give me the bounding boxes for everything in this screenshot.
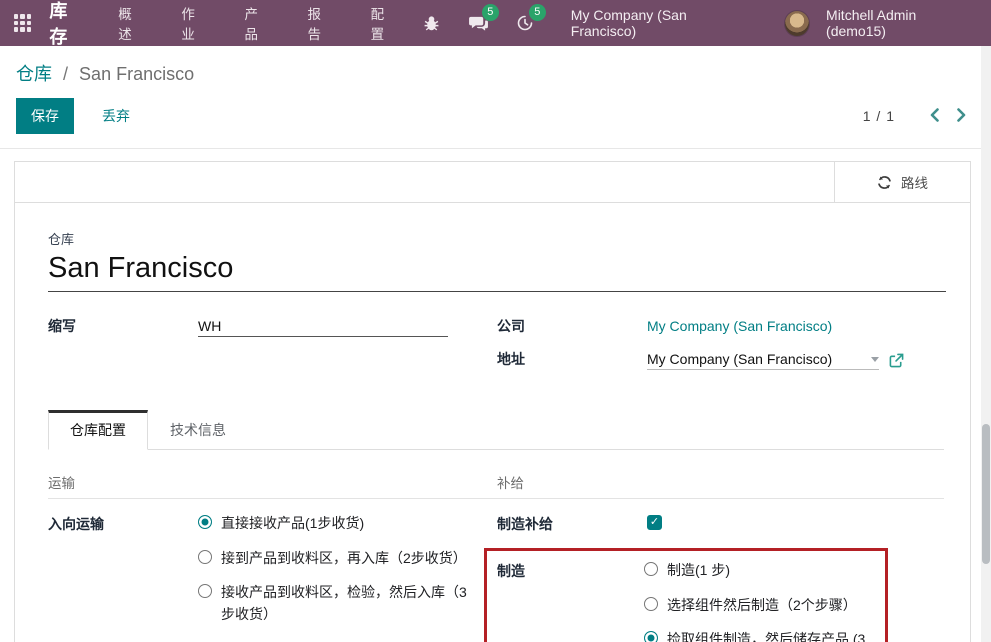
manufacture-options: 制造(1 步) 选择组件然后制造（2个步骤） 捡取组件制造，然后储存产品 (3 … [644, 560, 885, 642]
radio-icon[interactable] [644, 562, 658, 576]
top-navbar: 库存 概述 作业 产品 报告 配置 5 5 My Company (San Fr… [0, 0, 991, 46]
company-label: 公司 [497, 316, 647, 336]
menu-configuration[interactable]: 配置 [371, 3, 396, 43]
manufacture-option-3[interactable]: 捡取组件制造，然后储存产品 (3 步) [644, 629, 885, 642]
main-menu: 概述 作业 产品 报告 配置 [118, 3, 396, 43]
breadcrumb-separator: / [63, 64, 68, 84]
activities-icon[interactable]: 5 [511, 8, 540, 38]
routes-button-label: 路线 [901, 172, 928, 192]
discard-button[interactable]: 丢弃 [88, 99, 144, 133]
radio-icon[interactable] [644, 597, 658, 611]
user-menu[interactable]: Mitchell Admin (demo15) [826, 7, 975, 39]
breadcrumb-current: San Francisco [79, 64, 194, 84]
messages-badge: 5 [482, 4, 499, 21]
incoming-option-2[interactable]: 接到产品到收料区，再入库（2步收货） [198, 548, 473, 570]
activities-badge: 5 [529, 4, 546, 21]
tab-technical-information[interactable]: 技术信息 [148, 410, 248, 450]
debug-icon[interactable] [417, 8, 446, 38]
address-value: My Company (San Francisco) [647, 351, 865, 367]
short-name-input[interactable]: WH [198, 318, 448, 337]
user-avatar[interactable] [784, 10, 810, 37]
manufacture-label: 制造 [497, 560, 644, 642]
menu-overview[interactable]: 概述 [118, 3, 143, 43]
messages-icon[interactable]: 5 [464, 8, 493, 38]
dropdown-caret-icon[interactable] [871, 357, 879, 362]
app-name[interactable]: 库存 [49, 0, 84, 49]
refresh-icon [877, 175, 892, 190]
routes-button[interactable]: 路线 [834, 162, 970, 202]
pager-previous-icon[interactable] [921, 106, 948, 127]
tab-warehouse-configuration[interactable]: 仓库配置 [48, 410, 148, 450]
incoming-shipments-label: 入向运输 [48, 513, 198, 626]
menu-operations[interactable]: 作业 [181, 3, 206, 43]
notebook-tabs: 仓库配置 技术信息 [48, 409, 944, 450]
breadcrumb: 仓库 / San Francisco [16, 60, 975, 86]
vertical-scrollbar[interactable] [981, 46, 991, 642]
short-name-label: 缩写 [48, 316, 198, 336]
resupply-section-title: 补给 [497, 472, 944, 499]
radio-icon[interactable] [198, 584, 212, 598]
button-box: 路线 [15, 162, 970, 203]
pager-next-icon[interactable] [948, 106, 975, 127]
address-input[interactable]: My Company (San Francisco) [647, 351, 879, 370]
incoming-option-1[interactable]: 直接接收产品(1步收货) [198, 513, 473, 535]
address-label: 地址 [497, 349, 647, 369]
warehouse-name-input[interactable]: San Francisco [48, 252, 946, 292]
menu-products[interactable]: 产品 [244, 3, 269, 43]
radio-icon[interactable] [198, 550, 212, 564]
radio-icon[interactable] [644, 631, 658, 642]
apps-menu-icon[interactable] [12, 12, 33, 34]
menu-reporting[interactable]: 报告 [308, 3, 333, 43]
incoming-shipments-options: 直接接收产品(1步收货) 接到产品到收料区，再入库（2步收货） 接收产品到收料区… [198, 513, 473, 626]
form-sheet: 路线 仓库 San Francisco 缩写 WH 公司 My Company … [14, 161, 971, 642]
external-link-icon[interactable] [889, 353, 904, 368]
pager-count: 1 / 1 [863, 108, 895, 124]
warehouse-name-label: 仓库 [48, 229, 944, 248]
manufacture-option-1[interactable]: 制造(1 步) [644, 560, 885, 582]
radio-icon[interactable] [198, 515, 212, 529]
save-button[interactable]: 保存 [16, 98, 74, 134]
control-panel: 仓库 / San Francisco 保存 丢弃 1 / 1 [0, 46, 991, 149]
shipments-section-title: 运输 [48, 472, 497, 499]
red-annotation-box: 制造 制造(1 步) 选择组件然后制造（2个步骤） [484, 548, 888, 642]
manufacture-option-2[interactable]: 选择组件然后制造（2个步骤） [644, 595, 885, 617]
company-switcher[interactable]: My Company (San Francisco) [571, 7, 750, 39]
manufacture-resupply-label: 制造补给 [497, 513, 647, 534]
scrollbar-thumb[interactable] [982, 424, 990, 564]
manufacture-resupply-checkbox[interactable] [647, 515, 662, 530]
breadcrumb-warehouses[interactable]: 仓库 [16, 64, 52, 84]
company-value-link[interactable]: My Company (San Francisco) [647, 318, 832, 334]
incoming-option-3[interactable]: 接收产品到收料区，检验，然后入库（3步收货） [198, 582, 473, 625]
